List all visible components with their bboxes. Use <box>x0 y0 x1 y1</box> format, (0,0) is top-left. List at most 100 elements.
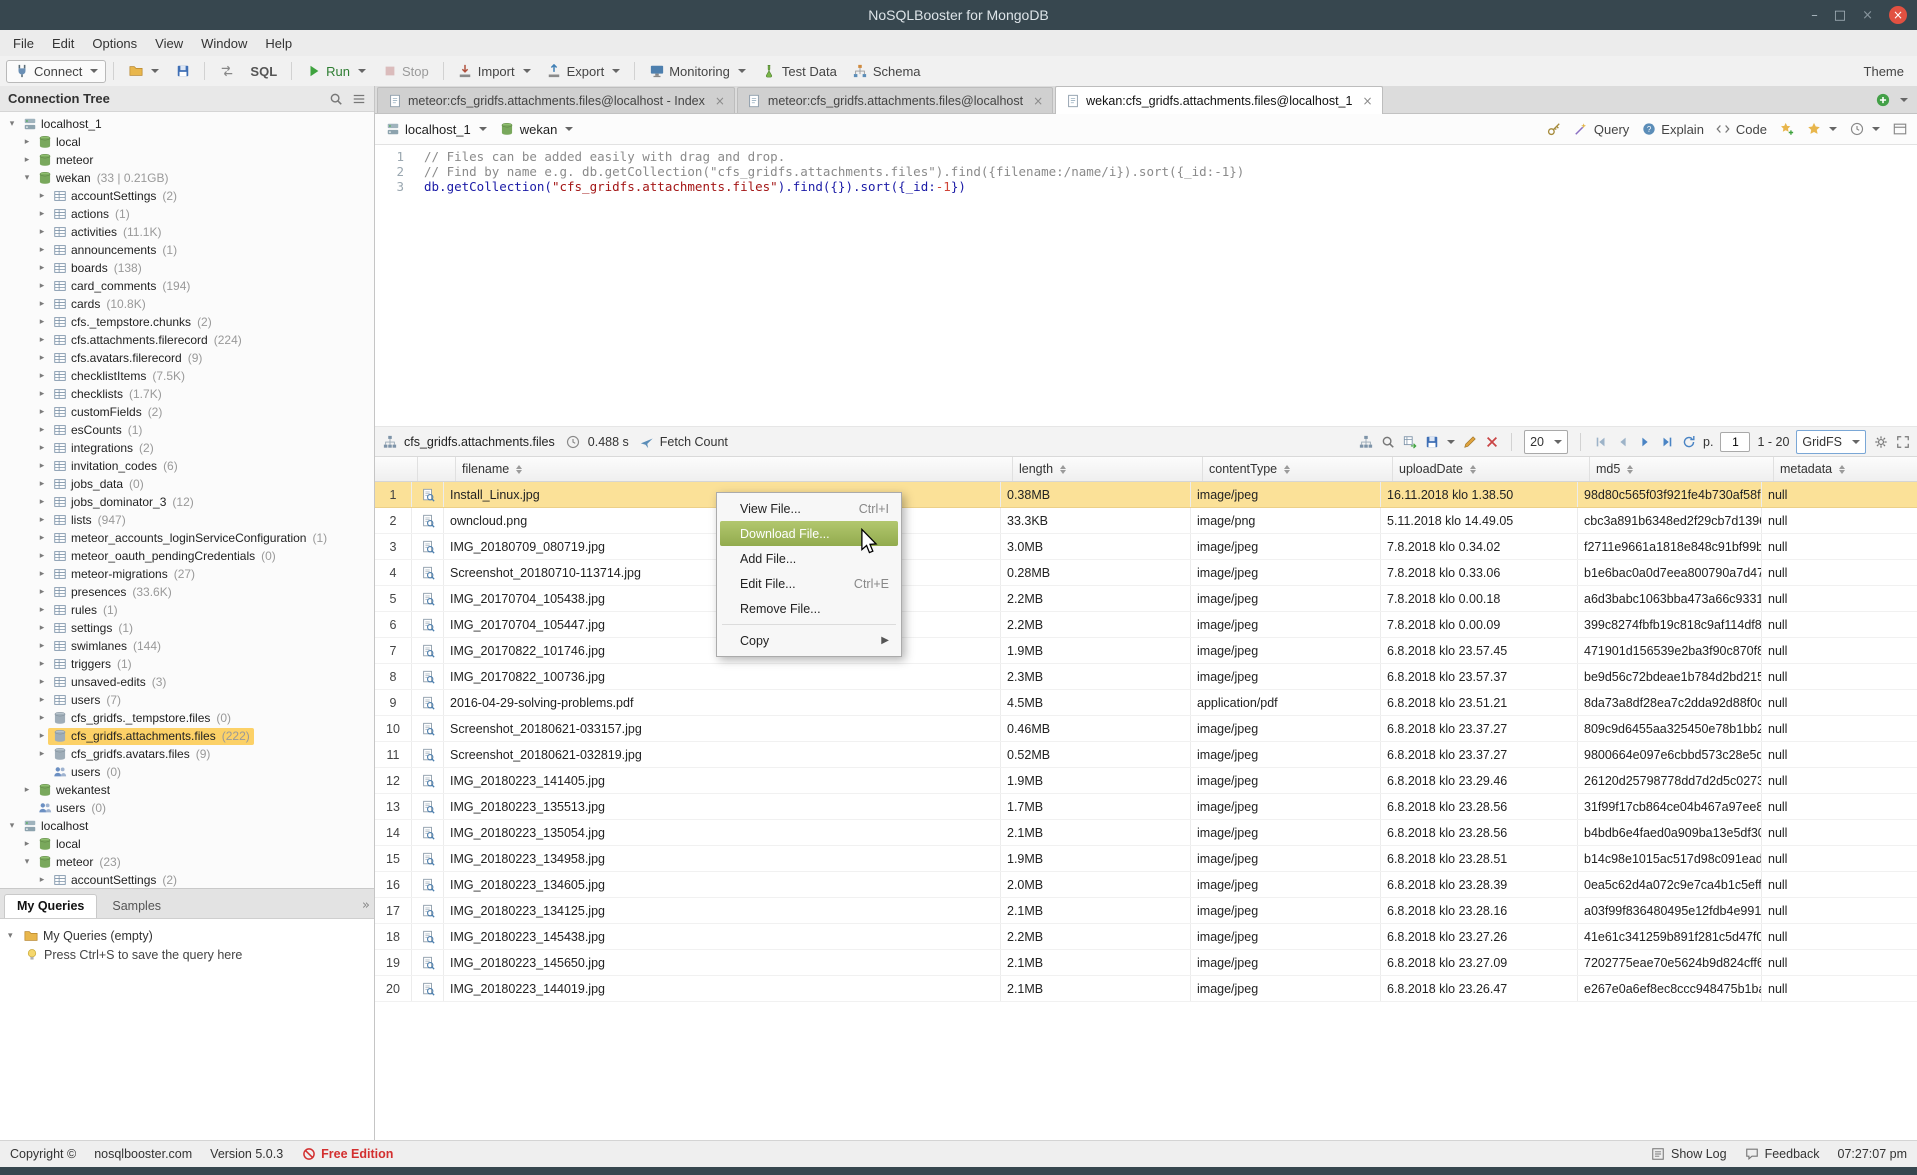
context-menu-item-remove-file[interactable]: Remove File... <box>717 596 901 621</box>
column-header-metadata[interactable]: metadata <box>1774 457 1917 481</box>
table-row-10[interactable]: 10Screenshot_20180621-033157.jpg0.46MBim… <box>375 716 1917 742</box>
tree-item-rules[interactable]: ▸rules(1) <box>0 601 374 619</box>
sidebar-menu-icon[interactable] <box>351 91 366 106</box>
history-button[interactable] <box>1849 122 1880 137</box>
tree-item-boards[interactable]: ▸boards(138) <box>0 259 374 277</box>
tree-collapsed-icon[interactable]: ▸ <box>36 227 48 237</box>
restore-icon[interactable]: × <box>1862 8 1873 23</box>
tree-collapsed-icon[interactable]: ▸ <box>36 731 48 741</box>
result-search-icon[interactable] <box>1380 434 1395 449</box>
tree-item-wekantest[interactable]: ▸wekantest <box>0 781 374 799</box>
tree-collapsed-icon[interactable]: ▸ <box>36 875 48 885</box>
tree-item-integrations[interactable]: ▸integrations(2) <box>0 439 374 457</box>
tree-item-users[interactable]: users(0) <box>0 799 374 817</box>
tree-item-card-comments[interactable]: ▸card_comments(194) <box>0 277 374 295</box>
save-button[interactable] <box>168 61 197 82</box>
tab-samples[interactable]: Samples <box>99 894 174 918</box>
show-log-button[interactable]: Show Log <box>1651 1147 1727 1162</box>
minimize-icon[interactable]: – <box>1811 8 1818 23</box>
table-row-11[interactable]: 11Screenshot_20180621-032819.jpg0.52MBim… <box>375 742 1917 768</box>
tree-collapsed-icon[interactable]: ▸ <box>36 353 48 363</box>
table-row-7[interactable]: 7IMG_20170822_101746.jpg1.9MBimage/jpeg6… <box>375 638 1917 664</box>
tree-item-swimlanes[interactable]: ▸swimlanes(144) <box>0 637 374 655</box>
refresh-icon[interactable] <box>1681 434 1696 449</box>
tree-collapsed-icon[interactable]: ▸ <box>36 605 48 615</box>
table-row-19[interactable]: 19IMG_20180223_145650.jpg2.1MBimage/jpeg… <box>375 950 1917 976</box>
breadcrumb-connection[interactable]: localhost_1 <box>405 122 487 137</box>
tree-expanded-icon[interactable]: ▾ <box>8 931 18 941</box>
menu-item-view[interactable]: View <box>146 36 192 51</box>
query-editor[interactable]: 123 // Files can be added easily with dr… <box>375 145 1917 427</box>
tree-item-cards[interactable]: ▸cards(10.8K) <box>0 295 374 313</box>
tree-collapsed-icon[interactable]: ▸ <box>36 263 48 273</box>
save-results-button[interactable] <box>1424 434 1455 449</box>
run-button[interactable]: Run <box>299 61 373 82</box>
discard-icon[interactable] <box>1484 434 1499 449</box>
connect-button[interactable]: Connect <box>6 60 106 83</box>
tree-item-announcements[interactable]: ▸announcements(1) <box>0 241 374 259</box>
tree-item-jobs-dominator-3[interactable]: ▸jobs_dominator_3(12) <box>0 493 374 511</box>
maximize-icon[interactable]: □ <box>1834 8 1846 23</box>
tab-my-queries[interactable]: My Queries <box>4 894 97 918</box>
tree-collapsed-icon[interactable]: ▸ <box>36 713 48 723</box>
tree-collapsed-icon[interactable]: ▸ <box>36 749 48 759</box>
new-tab-icon[interactable] <box>1875 92 1890 107</box>
tree-item-meteor-migrations[interactable]: ▸meteor-migrations(27) <box>0 565 374 583</box>
context-menu-item-view-file[interactable]: View File...Ctrl+I <box>717 496 901 521</box>
menu-item-window[interactable]: Window <box>192 36 256 51</box>
close-tab-icon[interactable]: × <box>1362 94 1372 108</box>
menu-item-options[interactable]: Options <box>83 36 146 51</box>
fetch-count-button[interactable]: Fetch Count <box>640 434 728 449</box>
sql-query-button[interactable]: SQL <box>243 61 284 82</box>
view-mode-select[interactable]: GridFS <box>1796 430 1866 454</box>
tree-item-cfs-gridfs-attachments-files[interactable]: ▸cfs_gridfs.attachments.files(222) <box>0 727 374 745</box>
tree-collapsed-icon[interactable]: ▸ <box>36 389 48 399</box>
tree-expanded-icon[interactable]: ▾ <box>21 173 33 183</box>
table-row-20[interactable]: 20IMG_20180223_144019.jpg2.1MBimage/jpeg… <box>375 976 1917 1002</box>
page-input[interactable] <box>1720 432 1750 452</box>
tree-item-checklistitems[interactable]: ▸checklistItems(7.5K) <box>0 367 374 385</box>
tree-collapsed-icon[interactable]: ▸ <box>36 623 48 633</box>
tree-collapsed-icon[interactable]: ▸ <box>36 371 48 381</box>
tree-collapsed-icon[interactable]: ▸ <box>36 641 48 651</box>
monitoring-button[interactable]: Monitoring <box>642 61 753 82</box>
tree-collapsed-icon[interactable]: ▸ <box>36 533 48 543</box>
tree-item-meteor[interactable]: ▸meteor <box>0 151 374 169</box>
table-row-8[interactable]: 8IMG_20170822_100736.jpg2.3MBimage/jpeg6… <box>375 664 1917 690</box>
edition-badge[interactable]: Free Edition <box>301 1147 393 1162</box>
gear-icon[interactable] <box>1873 434 1888 449</box>
tree-collapsed-icon[interactable]: ▸ <box>36 569 48 579</box>
transfer-button[interactable] <box>212 61 241 82</box>
tree-item-settings[interactable]: ▸settings(1) <box>0 619 374 637</box>
tree-item-users[interactable]: ▸users(7) <box>0 691 374 709</box>
close-tab-icon[interactable]: × <box>715 94 725 108</box>
tree-item-escounts[interactable]: ▸esCounts(1) <box>0 421 374 439</box>
collapse-panel-icon[interactable]: » <box>362 898 370 913</box>
schema-button[interactable]: Schema <box>846 61 928 82</box>
tree-collapsed-icon[interactable]: ▸ <box>36 497 48 507</box>
tree-item-local[interactable]: ▸local <box>0 133 374 151</box>
tree-collapsed-icon[interactable]: ▸ <box>36 317 48 327</box>
table-row-13[interactable]: 13IMG_20180223_135513.jpg1.7MBimage/jpeg… <box>375 794 1917 820</box>
tree-item-unsaved-edits[interactable]: ▸unsaved-edits(3) <box>0 673 374 691</box>
tree-item-triggers[interactable]: ▸triggers(1) <box>0 655 374 673</box>
tree-collapsed-icon[interactable]: ▸ <box>36 245 48 255</box>
tree-item-cfs-tempstore-chunks[interactable]: ▸cfs._tempstore.chunks(2) <box>0 313 374 331</box>
tree-item-invitation-codes[interactable]: ▸invitation_codes(6) <box>0 457 374 475</box>
table-row-14[interactable]: 14IMG_20180223_135054.jpg2.1MBimage/jpeg… <box>375 820 1917 846</box>
tree-collapsed-icon[interactable]: ▸ <box>21 785 33 795</box>
tree-item-customfields[interactable]: ▸customFields(2) <box>0 403 374 421</box>
tree-collapsed-icon[interactable]: ▸ <box>36 659 48 669</box>
table-row-3[interactable]: 3IMG_20180709_080719.jpg3.0MBimage/jpeg7… <box>375 534 1917 560</box>
result-tree-view-icon[interactable] <box>1358 434 1373 449</box>
tree-item-accountsettings[interactable]: ▸accountSettings(2) <box>0 187 374 205</box>
edit-icon[interactable] <box>1462 434 1477 449</box>
table-row-4[interactable]: 4Screenshot_20180710-113714.jpg0.28MBima… <box>375 560 1917 586</box>
tree-collapsed-icon[interactable]: ▸ <box>36 587 48 597</box>
tree-collapsed-icon[interactable]: ▸ <box>36 443 48 453</box>
expand-panel-icon[interactable] <box>1895 434 1910 449</box>
tree-item-actions[interactable]: ▸actions(1) <box>0 205 374 223</box>
breadcrumb-database[interactable]: wekan <box>520 122 574 137</box>
table-row-2[interactable]: 2owncloud.png33.3KBimage/png5.11.2018 kl… <box>375 508 1917 534</box>
document-tab-meteor-cfs-gridfs-attachments-files-loca[interactable]: meteor:cfs_gridfs.attachments.files@loca… <box>377 87 735 113</box>
